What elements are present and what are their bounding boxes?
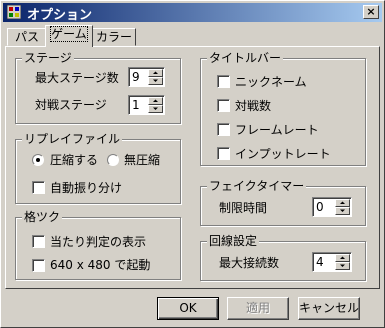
no-compress-radio[interactable] [107, 154, 119, 166]
hit-display-checkbox[interactable] [32, 235, 45, 248]
app-icon [7, 5, 21, 19]
titlebar-group-title: タイトルバー [207, 51, 284, 65]
window-title: オプション [27, 8, 93, 23]
match-count-label: 対戦数 [235, 99, 272, 113]
max-stage-value: 9 [132, 70, 140, 84]
resolution-label: 640 x 480 で起動 [50, 258, 151, 272]
vs-stage-spinner[interactable]: 1 [128, 95, 165, 115]
arrow-down-icon [153, 107, 158, 110]
time-limit-up-button[interactable] [335, 199, 350, 207]
close-button[interactable]: × [363, 5, 379, 19]
tab-game[interactable]: ゲーム [45, 25, 93, 47]
max-stage-spinner[interactable]: 9 [128, 67, 165, 87]
resolution-checkbox[interactable] [32, 259, 45, 272]
max-connections-label: 最大接続数 [219, 256, 280, 270]
auto-split-checkbox[interactable] [32, 181, 45, 194]
radio-selected-dot [36, 158, 40, 162]
compress-radio[interactable] [32, 154, 44, 166]
max-stage-spin-buttons [148, 69, 163, 85]
max-stage-down-button[interactable] [148, 77, 163, 85]
tab-color[interactable]: カラー [92, 28, 136, 46]
ok-button[interactable]: OK [157, 297, 219, 320]
vs-stage-spin-buttons [148, 97, 163, 113]
tab-path-label: パス [14, 30, 39, 44]
fake-timer-group-title: フェイクタイマー [207, 179, 307, 193]
time-limit-label: 制限時間 [219, 201, 268, 215]
max-stage-up-button[interactable] [148, 69, 163, 77]
frame-rate-checkbox[interactable] [217, 123, 230, 136]
time-limit-spinner[interactable]: 0 [312, 197, 352, 217]
title-bar[interactable]: オプション × [3, 3, 382, 23]
max-stage-label: 最大ステージ数 [35, 71, 119, 85]
arrow-up-icon [340, 201, 345, 204]
arrow-down-icon [340, 264, 345, 267]
auto-split-label: 自動振り分け [50, 181, 123, 195]
vs-stage-value: 1 [132, 98, 140, 112]
stage-group-title: ステージ [22, 51, 74, 65]
time-limit-value: 0 [316, 200, 324, 214]
options-window: オプション × パス ゲーム カラー ステージ 最大ステージ数 9 対戦ステージ… [0, 0, 385, 328]
arrow-up-icon [340, 256, 345, 259]
max-connections-spinner[interactable]: 4 [312, 252, 352, 272]
max-connections-down-button[interactable] [335, 262, 350, 270]
time-limit-down-button[interactable] [335, 207, 350, 215]
nickname-checkbox[interactable] [217, 75, 230, 88]
vs-stage-up-button[interactable] [148, 97, 163, 105]
input-rate-checkbox[interactable] [217, 147, 230, 160]
input-rate-label: インプットレート [235, 147, 331, 161]
time-limit-spin-buttons [335, 199, 350, 215]
frame-rate-label: フレームレート [235, 123, 319, 137]
replay-group-title: リプレイファイル [22, 132, 123, 146]
close-icon: × [366, 5, 376, 18]
match-count-checkbox[interactable] [217, 99, 230, 112]
arrow-down-icon [340, 209, 345, 212]
fighting-group-title: 格ツク [22, 210, 63, 224]
arrow-up-icon [153, 71, 158, 74]
compress-label: 圧縮する [50, 153, 99, 167]
tab-game-label: ゲーム [50, 26, 88, 42]
apply-button[interactable]: 適用 [227, 297, 289, 320]
tab-color-label: カラー [95, 30, 132, 44]
max-connections-up-button[interactable] [335, 254, 350, 262]
line-group-title: 回線設定 [207, 234, 260, 248]
arrow-down-icon [153, 79, 158, 82]
tab-path[interactable]: パス [7, 28, 47, 46]
cancel-button[interactable]: キャンセル [298, 297, 360, 320]
nickname-label: ニックネーム [235, 75, 307, 89]
no-compress-label: 無圧縮 [124, 153, 161, 167]
hit-display-label: 当たり判定の表示 [50, 235, 147, 249]
arrow-up-icon [153, 99, 158, 102]
max-connections-spin-buttons [335, 254, 350, 270]
vs-stage-label: 対戦ステージ [35, 98, 107, 112]
vs-stage-down-button[interactable] [148, 105, 163, 113]
max-connections-value: 4 [316, 255, 324, 269]
